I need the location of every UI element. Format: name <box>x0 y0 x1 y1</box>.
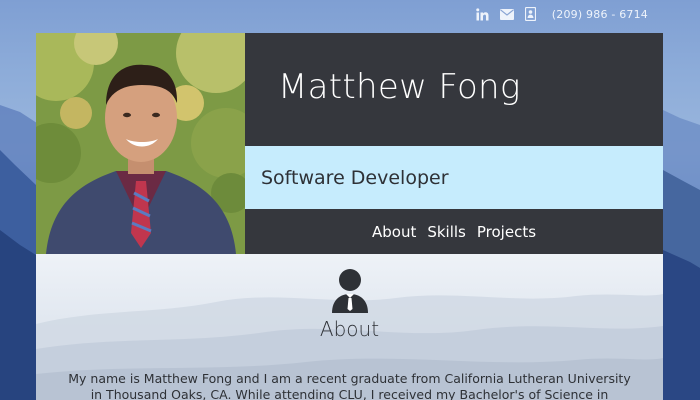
profile-photo <box>36 33 245 254</box>
name-banner: Matthew Fong <box>245 33 663 146</box>
job-title: Software Developer <box>261 166 449 189</box>
main-nav: About Skills Projects <box>245 209 663 254</box>
profile-card: Matthew Fong Software Developer About Sk… <box>36 33 663 400</box>
envelope-icon[interactable] <box>499 7 514 21</box>
about-paragraph: My name is Matthew Fong and I am a recen… <box>68 371 631 400</box>
nav-link-skills[interactable]: Skills <box>427 223 466 241</box>
nav-link-projects[interactable]: Projects <box>477 223 536 241</box>
page-title: Matthew Fong <box>278 66 521 107</box>
nav-link-about[interactable]: About <box>372 223 416 241</box>
user-tie-icon <box>331 269 369 313</box>
top-contact-bar: (209) 986 - 6714 <box>476 4 648 24</box>
linkedin-icon[interactable] <box>476 7 490 21</box>
contact-card-icon[interactable] <box>524 7 538 21</box>
phone-number[interactable]: (209) 986 - 6714 <box>552 8 648 21</box>
about-heading: About <box>319 317 380 341</box>
about-section: About My name is Matthew Fong and I am a… <box>36 254 663 400</box>
role-banner: Software Developer <box>245 146 663 209</box>
